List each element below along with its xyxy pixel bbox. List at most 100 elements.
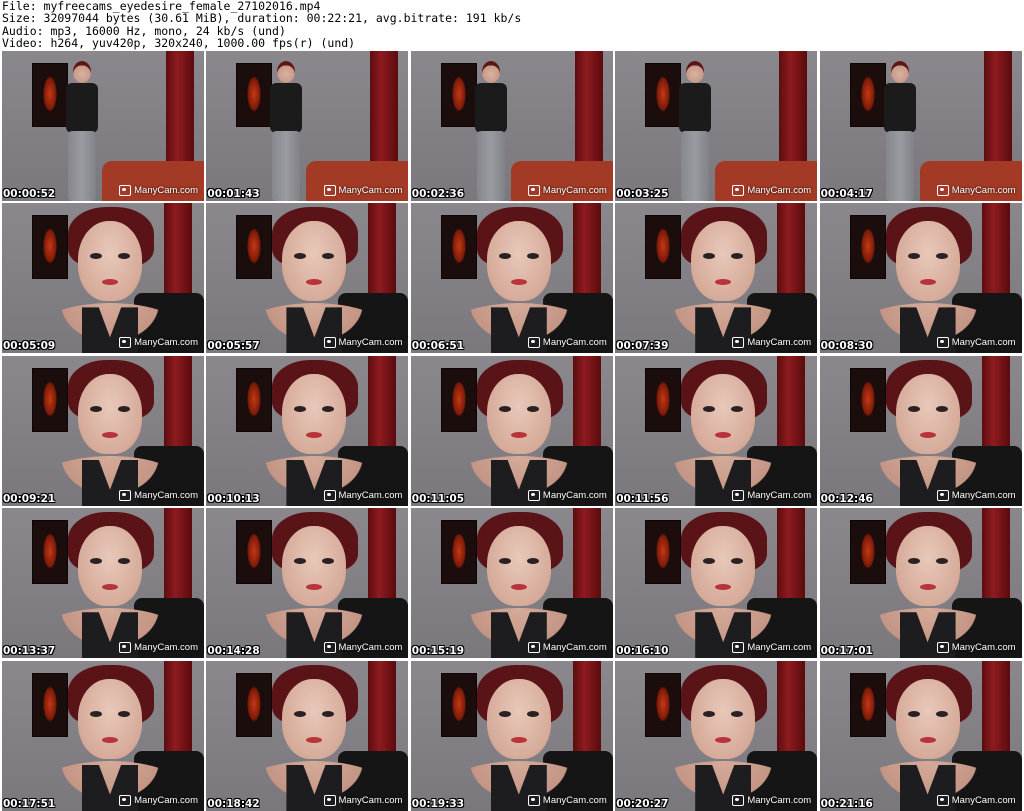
camera-icon xyxy=(732,185,745,196)
video-thumbnail: ManyCam.com 00:16:10 xyxy=(615,508,818,659)
face xyxy=(78,526,142,607)
watermark-text: ManyCam.com xyxy=(134,794,198,806)
performer-figure xyxy=(880,57,920,201)
watermark-text: ManyCam.com xyxy=(951,337,1016,349)
watermark-text: ManyCam.com xyxy=(542,185,607,196)
watermark-text: ManyCam.com xyxy=(542,489,607,501)
thumbnail-timestamp: 00:13:37 xyxy=(3,645,56,658)
watermark-text: ManyCam.com xyxy=(747,337,812,349)
thumbnail-timestamp: 00:15:19 xyxy=(411,645,465,658)
performer-figure xyxy=(442,207,595,354)
eyes xyxy=(703,710,744,719)
face xyxy=(282,221,347,302)
eyes xyxy=(90,710,130,719)
camera-icon xyxy=(323,489,336,501)
manycam-watermark: ManyCam.com xyxy=(119,337,198,349)
face xyxy=(282,526,347,607)
video-thumbnail: ManyCam.com 00:07:39 xyxy=(615,203,818,354)
manycam-watermark: ManyCam.com xyxy=(323,185,403,196)
camera-icon xyxy=(119,489,132,501)
video-thumbnail: ManyCam.com 00:04:17 xyxy=(819,51,1022,201)
performer-figure xyxy=(675,57,715,201)
manycam-watermark: ManyCam.com xyxy=(323,489,402,501)
thumbnail-timestamp: 00:07:39 xyxy=(616,340,669,353)
watermark-text: ManyCam.com xyxy=(747,185,812,196)
face xyxy=(691,221,756,302)
thumbnail-timestamp: 00:17:51 xyxy=(3,797,56,810)
face xyxy=(895,373,960,454)
video-thumbnail: ManyCam.com 00:15:19 xyxy=(410,508,613,659)
eyes xyxy=(90,253,130,261)
lips xyxy=(919,736,936,743)
video-thumbnail: ManyCam.com 00:08:30 xyxy=(819,203,1022,354)
video-thumbnail: ManyCam.com 00:17:51 xyxy=(2,660,204,811)
leggings xyxy=(681,131,710,201)
corset xyxy=(270,83,303,133)
video-thumbnail: ManyCam.com 00:10:13 xyxy=(206,355,409,506)
performer-figure xyxy=(238,359,391,506)
video-thumbnail: ManyCam.com 00:05:09 xyxy=(2,203,204,354)
manycam-watermark: ManyCam.com xyxy=(936,489,1016,501)
thumbnail-timestamp: 00:18:42 xyxy=(207,797,260,810)
manycam-watermark: ManyCam.com xyxy=(527,642,607,654)
watermark-text: ManyCam.com xyxy=(338,794,403,806)
face xyxy=(486,221,551,302)
thumbnail-timestamp: 00:09:21 xyxy=(3,492,56,505)
camera-icon xyxy=(936,489,949,501)
eyes xyxy=(703,253,744,261)
eyes xyxy=(294,405,335,414)
watermark-text: ManyCam.com xyxy=(338,642,403,654)
camera-icon xyxy=(323,185,336,196)
face xyxy=(486,526,551,607)
performer-figure xyxy=(647,359,800,506)
eyes xyxy=(907,405,948,414)
manycam-watermark: ManyCam.com xyxy=(119,642,198,654)
performer-figure xyxy=(851,207,1004,354)
manycam-watermark: ManyCam.com xyxy=(936,642,1016,654)
watermark-text: ManyCam.com xyxy=(338,337,403,349)
leggings xyxy=(68,131,96,201)
manycam-watermark: ManyCam.com xyxy=(527,337,607,349)
manycam-watermark: ManyCam.com xyxy=(323,337,403,349)
head xyxy=(686,61,705,83)
thumbnail-timestamp: 00:20:27 xyxy=(616,797,669,810)
manycam-watermark: ManyCam.com xyxy=(119,185,198,196)
performer-figure xyxy=(442,359,595,506)
manycam-watermark: ManyCam.com xyxy=(732,489,812,501)
leggings xyxy=(272,131,301,201)
camera-icon xyxy=(527,642,540,654)
thumbnail-timestamp: 00:01:43 xyxy=(207,188,260,200)
face xyxy=(691,526,756,607)
video-thumbnail: ManyCam.com 00:00:52 xyxy=(2,51,204,201)
performer-figure xyxy=(238,664,391,811)
camera-icon xyxy=(119,337,132,349)
manycam-watermark: ManyCam.com xyxy=(732,185,811,196)
lips xyxy=(306,431,323,438)
eyes xyxy=(498,253,539,261)
watermark-text: ManyCam.com xyxy=(951,642,1016,654)
thumbnail-timestamp: 00:08:30 xyxy=(820,340,873,353)
performer-figure xyxy=(34,359,186,506)
lips xyxy=(919,584,936,591)
camera-icon xyxy=(527,337,540,349)
thumbnail-timestamp: 00:11:05 xyxy=(411,492,465,505)
lips xyxy=(102,431,118,438)
face xyxy=(691,373,756,454)
manycam-watermark: ManyCam.com xyxy=(732,794,811,806)
file-info-header: File: myfreecams_eyedesire_female_271020… xyxy=(2,0,1022,50)
face xyxy=(895,221,960,302)
manycam-watermark: ManyCam.com xyxy=(323,794,403,806)
head xyxy=(73,61,91,83)
performer-figure xyxy=(238,512,391,659)
watermark-text: ManyCam.com xyxy=(747,489,812,501)
video-thumbnail: ManyCam.com 00:03:25 xyxy=(615,51,818,201)
watermark-text: ManyCam.com xyxy=(542,337,607,349)
manycam-watermark: ManyCam.com xyxy=(527,185,607,196)
video-thumbnail: ManyCam.com 00:21:16 xyxy=(819,660,1022,811)
video-thumbnail: ManyCam.com 00:02:36 xyxy=(410,51,613,201)
face xyxy=(895,526,960,607)
watermark-text: ManyCam.com xyxy=(338,185,403,196)
eyes xyxy=(294,253,335,261)
camera-icon xyxy=(119,794,132,806)
video-info-line: Video: h264, yuv420p, 320x240, 1000.00 f… xyxy=(2,35,356,50)
